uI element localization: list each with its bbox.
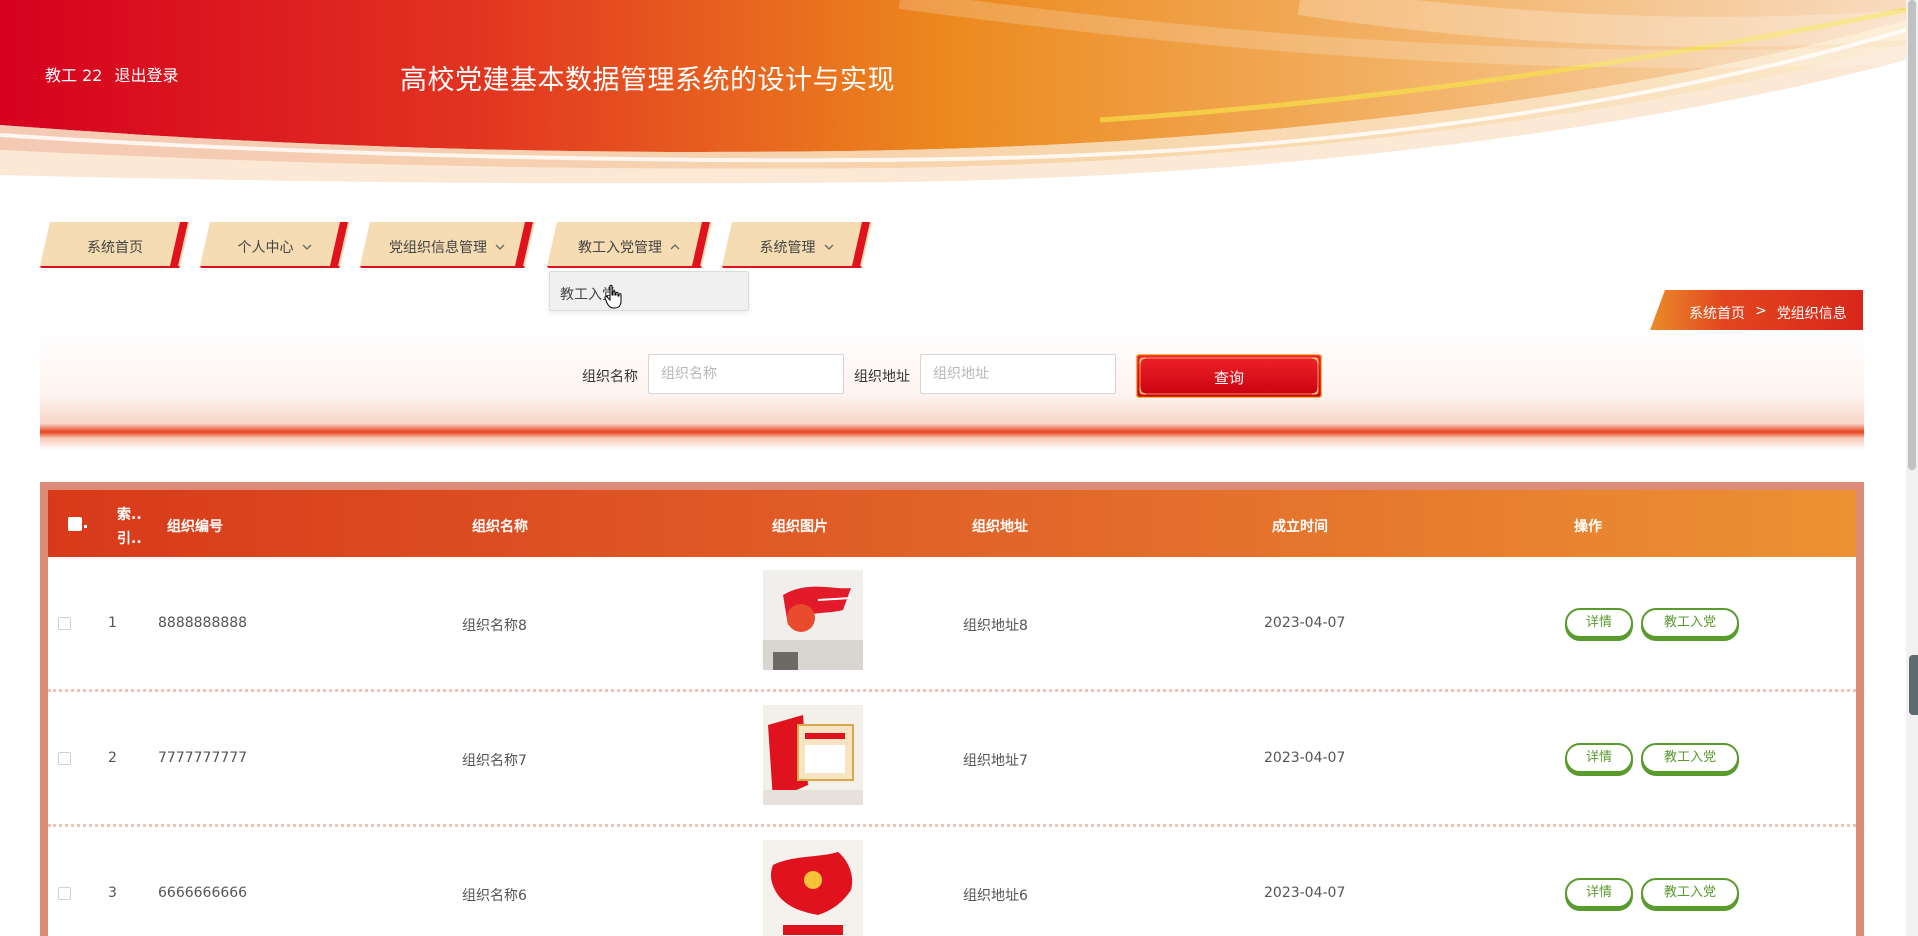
user-name: 教工 22 [45, 66, 103, 85]
row-checkbox[interactable] [58, 617, 71, 630]
org-name-input[interactable] [648, 354, 844, 394]
site-title: 高校党建基本数据管理系统的设计与实现 [400, 65, 895, 96]
logout-link[interactable]: 退出登录 [114, 62, 178, 86]
row-org-name: 组织名称7 [462, 753, 527, 769]
org-photo [763, 705, 863, 805]
app-root: 教工 22 退出登录 高校党建基本数据管理系统的设计与实现 系统首页 个人中心 [0, 0, 1918, 936]
header-org-code: 组织编号 [167, 519, 223, 535]
header-index-line1: 索.. [117, 507, 142, 523]
header-org-address: 组织地址 [972, 519, 1028, 535]
row-org-code: 6666666666 [158, 885, 248, 901]
row-index: 1 [108, 615, 117, 631]
org-address-label: 组织地址 [854, 369, 910, 385]
join-party-button[interactable]: 教工入党 [1641, 878, 1739, 908]
nav-item-party-org-management[interactable]: 党组织信息管理 [360, 220, 535, 268]
breadcrumb-separator: > [1755, 303, 1767, 319]
nav-label-personal-center: 个人中心 [237, 240, 294, 256]
nav-item-system-management[interactable]: 系统管理 [722, 220, 872, 268]
row-index: 2 [108, 750, 117, 766]
chevron-up-icon [670, 244, 680, 250]
chevron-down-icon [302, 244, 311, 250]
row-org-name: 组织名称8 [462, 618, 527, 634]
query-button-label: 查询 [1213, 370, 1244, 387]
breadcrumb-home[interactable]: 系统首页 [1689, 303, 1745, 323]
header-founded-date: 成立时间 [1272, 519, 1328, 535]
join-party-button[interactable]: 教工入党 [1641, 743, 1739, 773]
header-org-image: 组织图片 [772, 519, 828, 535]
header-banner: 教工 22 退出登录 高校党建基本数据管理系统的设计与实现 [0, 0, 1906, 200]
detail-button[interactable]: 详情 [1565, 743, 1633, 773]
nav-label-staff-join-management: 教工入党管理 [578, 240, 662, 256]
nav-label-party-org-management: 党组织信息管理 [389, 240, 487, 256]
org-photo [763, 840, 863, 936]
row-founded-date: 2023-04-07 [1264, 750, 1346, 766]
row-org-address: 组织地址8 [963, 618, 1028, 634]
chevron-down-icon [495, 244, 505, 250]
org-image-thumbnail[interactable] [763, 570, 863, 670]
query-button[interactable]: 查询 [1136, 354, 1322, 398]
user-info: 教工 22 退出登录 [45, 62, 178, 86]
join-party-button[interactable]: 教工入党 [1641, 608, 1739, 638]
row-founded-date: 2023-04-07 [1264, 615, 1346, 631]
row-checkbox[interactable] [58, 752, 71, 765]
nav-item-home[interactable]: 系统首页 [40, 220, 190, 268]
nav-item-staff-join-management[interactable]: 教工入党管理 [547, 220, 712, 268]
org-image-thumbnail[interactable] [763, 840, 863, 936]
row-org-address: 组织地址6 [963, 888, 1028, 904]
chevron-down-icon [824, 244, 833, 250]
detail-button[interactable]: 详情 [1565, 878, 1633, 908]
row-org-name: 组织名称6 [462, 888, 527, 904]
nav-dropdown-menu: 教工入党 [549, 271, 749, 311]
header-actions: 操作 [1574, 519, 1602, 535]
org-photo [763, 570, 863, 670]
select-all-ellipsis [84, 525, 87, 528]
header-index-line2: 引.. [117, 531, 142, 547]
header-background [0, 0, 1906, 200]
select-all-checkbox[interactable] [68, 517, 82, 531]
row-org-address: 组织地址7 [963, 753, 1028, 769]
vertical-scrollbar-thumb[interactable] [1908, 0, 1916, 470]
header-org-name: 组织名称 [472, 519, 528, 535]
side-floating-widget[interactable] [1909, 655, 1918, 715]
row-org-code: 7777777777 [158, 750, 248, 766]
row-founded-date: 2023-04-07 [1264, 885, 1346, 901]
breadcrumb: 系统首页 > 党组织信息 [1649, 290, 1863, 333]
org-image-thumbnail[interactable] [763, 705, 863, 805]
row-index: 3 [108, 885, 117, 901]
row-org-code: 8888888888 [158, 615, 248, 631]
hand-cursor-icon [604, 284, 622, 309]
org-address-input[interactable] [920, 354, 1116, 394]
nav-label-home: 系统首页 [87, 240, 143, 256]
nav-item-personal-center[interactable]: 个人中心 [200, 220, 350, 268]
nav-label-system-management: 系统管理 [759, 240, 816, 256]
row-checkbox[interactable] [58, 887, 71, 900]
org-name-label: 组织名称 [582, 369, 638, 385]
detail-button[interactable]: 详情 [1565, 608, 1633, 638]
breadcrumb-current: 党组织信息 [1776, 306, 1847, 322]
